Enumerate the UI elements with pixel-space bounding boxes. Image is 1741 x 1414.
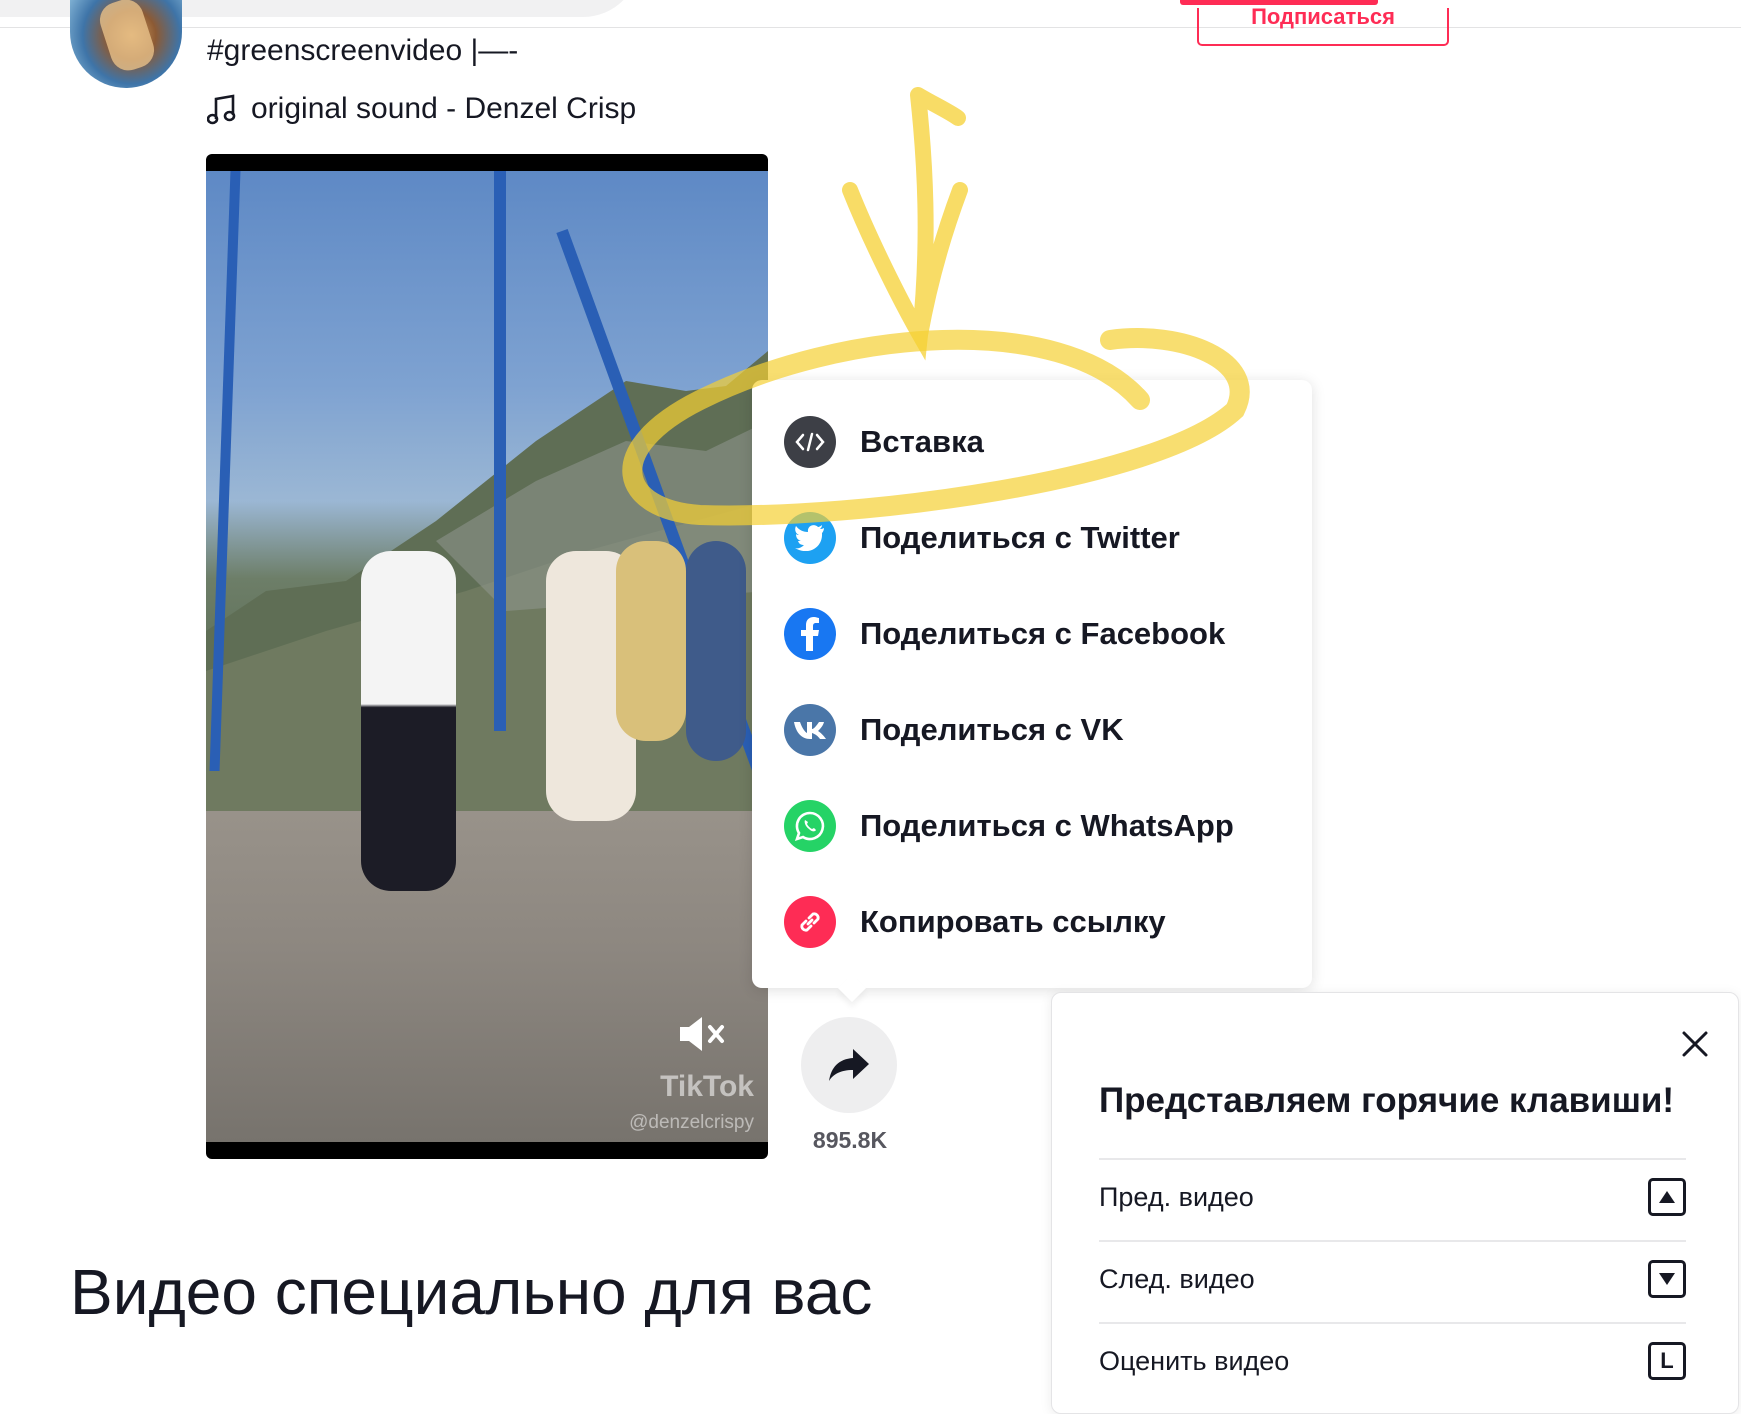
share-count: 895.8K	[812, 1127, 888, 1153]
embed-icon	[784, 416, 836, 468]
share-item-copy-link[interactable]: Копировать ссылку	[784, 894, 1166, 950]
share-menu-pointer	[837, 973, 867, 1003]
hotkeys-title: Представляем горячие клавиши!	[1099, 1081, 1675, 1120]
hotkey-row: Оценить видео L	[1099, 1322, 1686, 1404]
share-item-label: Поделиться с VK	[860, 712, 1124, 747]
down-arrow-key-icon	[1648, 1260, 1686, 1298]
share-item-label: Поделиться с Facebook	[860, 616, 1226, 651]
share-item-embed[interactable]: Вставка	[784, 414, 984, 470]
share-item-label: Поделиться с WhatsApp	[860, 808, 1234, 843]
share-item-facebook[interactable]: Поделиться с Facebook	[784, 606, 1225, 662]
hotkey-label: Оценить видео	[1099, 1346, 1290, 1376]
author-avatar[interactable]	[70, 0, 182, 88]
watermark-username: @denzelcrispy	[629, 1112, 754, 1133]
share-item-vk[interactable]: Поделиться с VK	[784, 702, 1124, 758]
section-title: Видео специально для вас	[70, 1256, 873, 1328]
share-arrow-icon	[829, 1049, 869, 1081]
close-icon[interactable]	[1680, 1029, 1710, 1059]
hotkey-label: Пред. видео	[1099, 1182, 1254, 1212]
follow-button[interactable]: Подписаться	[1197, 8, 1449, 46]
share-item-whatsapp[interactable]: Поделиться с WhatsApp	[784, 798, 1234, 854]
facebook-icon	[784, 608, 836, 660]
share-item-label: Копировать ссылку	[860, 904, 1166, 939]
link-icon	[784, 896, 836, 948]
avatar-image	[95, 0, 159, 76]
hotkeys-popup: Представляем горячие клавиши! Пред. виде…	[1051, 992, 1739, 1414]
hotkey-label: След. видео	[1099, 1264, 1255, 1294]
vk-icon	[784, 704, 836, 756]
share-menu: Вставка Поделиться с Twitter Поделиться …	[752, 380, 1312, 1003]
hotkey-row: Пред. видео	[1099, 1158, 1686, 1240]
share-item-label: Поделиться с Twitter	[860, 520, 1180, 555]
video-frame: TikTok @denzelcrispy	[206, 171, 768, 1142]
l-key-icon: L	[1648, 1342, 1686, 1380]
twitter-icon	[784, 512, 836, 564]
share-item-twitter[interactable]: Поделиться с Twitter	[784, 510, 1180, 566]
music-note-icon	[207, 94, 236, 125]
person-figure	[361, 551, 456, 891]
whatsapp-icon	[784, 800, 836, 852]
hotkey-row: След. видео	[1099, 1240, 1686, 1322]
share-item-label: Вставка	[860, 424, 984, 459]
swing-pole	[494, 171, 506, 731]
share-button[interactable]	[801, 1017, 897, 1113]
sound-link[interactable]: original sound - Denzel Crisp	[207, 92, 636, 126]
tiktok-watermark: TikTok	[660, 1070, 754, 1103]
upload-button[interactable]	[1180, 0, 1378, 5]
video-caption: #greenscreenvideo |—-	[207, 34, 519, 67]
sound-title: original sound - Denzel Crisp	[251, 92, 637, 125]
video-player[interactable]: TikTok @denzelcrispy	[206, 154, 768, 1159]
person-figure	[686, 541, 746, 761]
person-figure	[616, 541, 686, 741]
mute-icon[interactable]	[678, 1014, 728, 1054]
top-navigation-bar	[0, 0, 1741, 28]
up-arrow-key-icon	[1648, 1178, 1686, 1216]
